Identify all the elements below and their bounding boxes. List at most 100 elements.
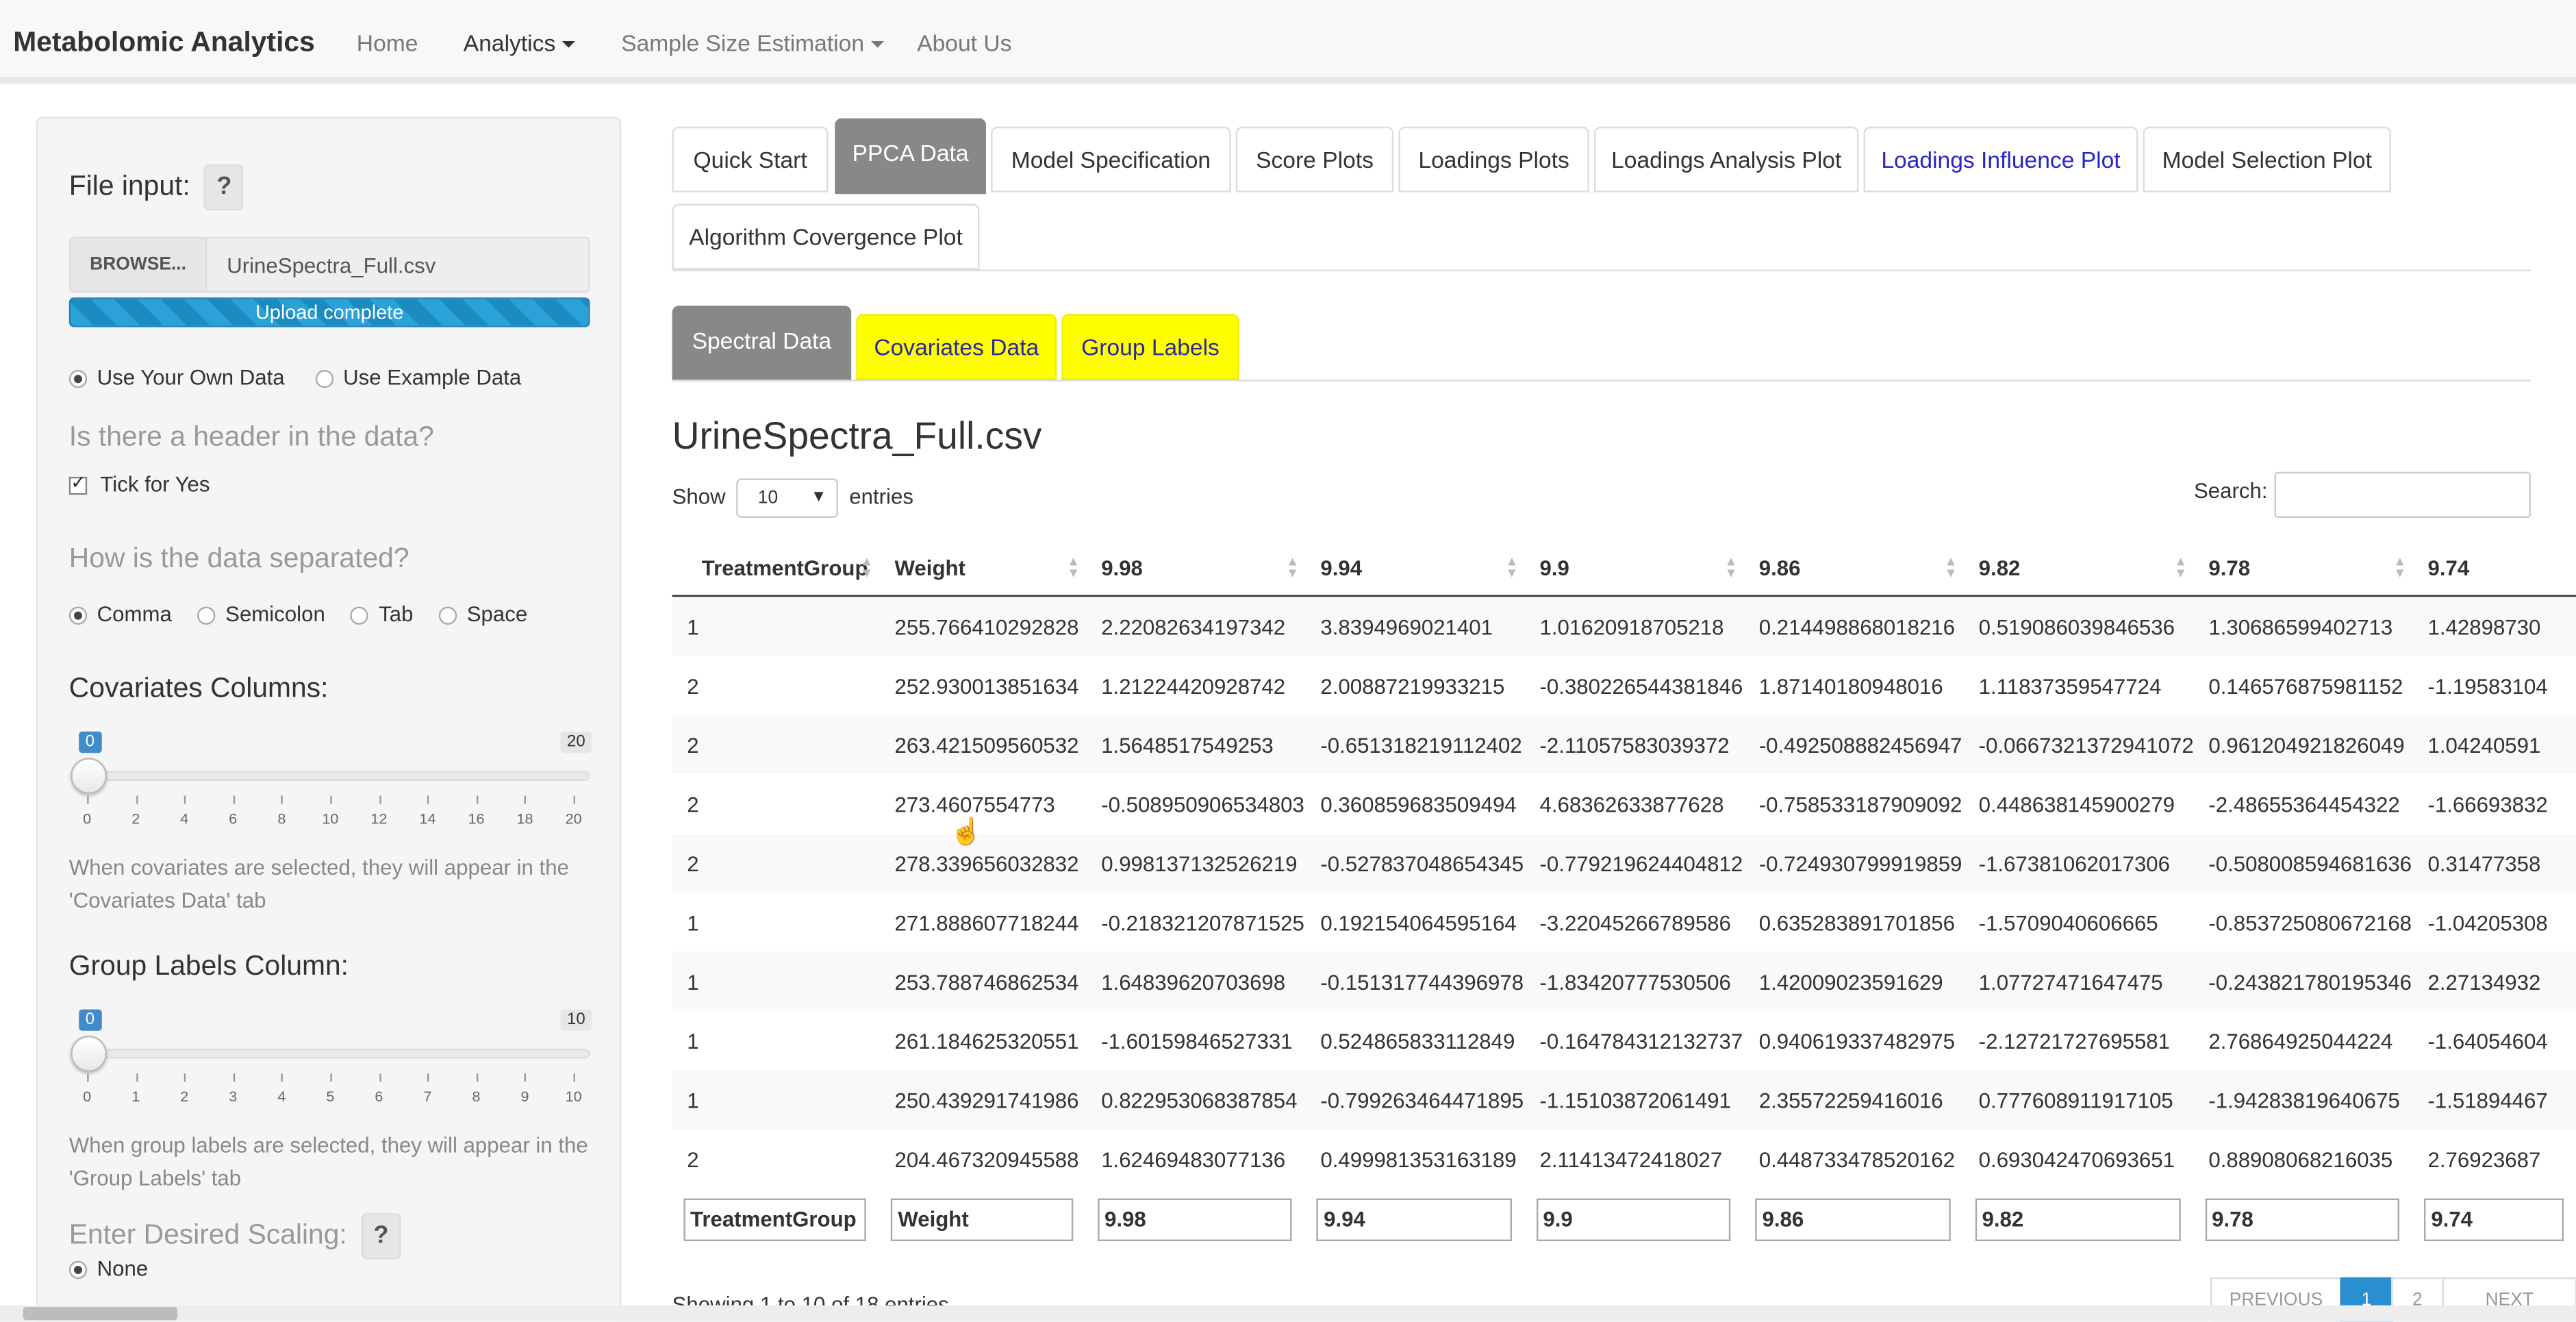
tab-quick-start[interactable]: Quick Start bbox=[672, 126, 829, 192]
slider-tick-label: 14 bbox=[419, 810, 436, 827]
help-button[interactable]: ? bbox=[204, 164, 244, 211]
tab-model-selection-plot[interactable]: Model Selection Plot bbox=[2143, 126, 2392, 192]
file-input[interactable]: BROWSE... UrineSpectra_Full.csv bbox=[68, 236, 590, 293]
radio-example-data-circle[interactable] bbox=[315, 370, 333, 388]
slider-tick-label: 20 bbox=[565, 810, 582, 827]
radio-scaling-none[interactable]: None bbox=[68, 1256, 148, 1281]
sort-icon: ▲ ▼ bbox=[1066, 553, 1080, 581]
subtab-covariates-data[interactable]: Covariates Data bbox=[856, 314, 1057, 380]
table-row[interactable]: 1 271.888607718244 -0.218321207871525 0.192… bbox=[672, 893, 2576, 951]
column-header[interactable]: Weight ▲ ▼ bbox=[879, 540, 1087, 597]
subtab-group-labels[interactable]: Group Labels bbox=[1061, 314, 1239, 380]
nav-about[interactable]: About Us bbox=[917, 29, 1011, 55]
column-filter-input[interactable]: 9.82 bbox=[1975, 1198, 2181, 1242]
nav-home[interactable]: Home bbox=[357, 29, 418, 55]
table-cell: -1.5709040606665 bbox=[1978, 910, 2158, 935]
nav-analytics-label: Analytics bbox=[463, 29, 556, 56]
column-header[interactable]: 9.82 ▲ ▼ bbox=[1964, 540, 2194, 597]
covariates-help-text: When covariates are selected, they will … bbox=[68, 855, 569, 912]
tab-score-plots[interactable]: Score Plots bbox=[1235, 126, 1394, 192]
browse-button[interactable]: BROWSE... bbox=[71, 238, 207, 291]
header-checkbox-row[interactable]: Tick for Yes bbox=[68, 472, 210, 497]
column-filter-input[interactable]: 9.74 bbox=[2424, 1198, 2564, 1242]
table-cell: 1.11837359547724 bbox=[1978, 673, 2162, 698]
radio-comma[interactable]: Comma bbox=[68, 601, 172, 626]
radio-semicolon[interactable]: Semicolon bbox=[197, 601, 325, 626]
table-row[interactable]: 2 204.467320945588 1.62469483077136 0.49998… bbox=[672, 1130, 2576, 1188]
table-row[interactable]: 1 261.184625320551 -1.60159846527331 0.5248… bbox=[672, 1011, 2576, 1070]
column-filter-input[interactable]: 9.94 bbox=[1317, 1198, 1512, 1242]
horizontal-scrollbar[interactable] bbox=[0, 1305, 2576, 1322]
column-filter-input[interactable]: Weight bbox=[891, 1198, 1074, 1242]
radio-semicolon-circle[interactable] bbox=[197, 606, 216, 625]
column-header[interactable]: TreatmentGroup ▲ ▼ bbox=[672, 540, 880, 597]
radio-scaling-none-circle[interactable] bbox=[68, 1260, 88, 1280]
entries-select[interactable]: 10 ▼ bbox=[736, 478, 839, 518]
column-filter-input[interactable]: TreatmentGroup bbox=[683, 1198, 867, 1242]
column-header[interactable]: 9.74 bbox=[2412, 540, 2576, 597]
group-slider-track[interactable] bbox=[72, 1049, 590, 1059]
chevron-down-icon bbox=[561, 41, 576, 49]
tab-model-specification[interactable]: Model Specification bbox=[991, 126, 1231, 192]
column-filter-input[interactable]: 9.86 bbox=[1755, 1198, 1951, 1242]
slider-tick-label: 2 bbox=[131, 810, 140, 827]
column-header[interactable]: 9.9 ▲ ▼ bbox=[1524, 540, 1745, 597]
column-filter-input[interactable]: 9.78 bbox=[2205, 1198, 2400, 1242]
column-header[interactable]: 9.78 ▲ ▼ bbox=[2193, 540, 2413, 597]
tab-loadings-analysis-plot[interactable]: Loadings Analysis Plot bbox=[1594, 126, 1859, 192]
table-row[interactable]: 2 263.421509560532 1.5648517549253 -0.65131… bbox=[672, 715, 2576, 775]
table-cell: 0.777608911917105 bbox=[1964, 1070, 2194, 1130]
group-slider-handle[interactable] bbox=[71, 1036, 107, 1072]
table-row[interactable]: 1 255.766410292828 2.22082634197342 3.83949… bbox=[672, 596, 2576, 656]
search-input[interactable] bbox=[2274, 471, 2531, 518]
radio-space-circle[interactable] bbox=[438, 606, 457, 625]
brand-title[interactable]: Metabolomic Analytics bbox=[13, 26, 315, 59]
table-cell: 2 bbox=[687, 791, 699, 816]
table-cell: 0.998137132526219 bbox=[1086, 833, 1306, 893]
radio-example-data[interactable]: Use Example Data bbox=[315, 365, 521, 390]
table-row[interactable]: 1 250.439291741986 0.822953068387854 -0.799… bbox=[672, 1070, 2576, 1130]
radio-tab[interactable]: Tab bbox=[351, 601, 413, 626]
table-cell: -2.11057583039372 bbox=[1524, 715, 1745, 775]
radio-own-data[interactable]: Use Your Own Data bbox=[68, 365, 285, 390]
covariates-slider-track[interactable] bbox=[72, 771, 590, 781]
nav-sample-size[interactable]: Sample Size Estimation bbox=[621, 29, 884, 56]
header-checkbox[interactable] bbox=[68, 472, 88, 495]
column-header[interactable]: 9.94 ▲ ▼ bbox=[1305, 540, 1525, 597]
table-cell: -0.724930799919859 bbox=[1744, 833, 1965, 893]
table-cell: 1.42898730 bbox=[2412, 596, 2576, 656]
covariates-slider-handle[interactable] bbox=[71, 758, 107, 795]
tab-loadings-influence-plot[interactable]: Loadings Influence Plot bbox=[1863, 126, 2138, 192]
radio-tab-label: Tab bbox=[379, 601, 414, 627]
radio-space[interactable]: Space bbox=[438, 601, 528, 627]
scrollbar-thumb[interactable] bbox=[23, 1307, 178, 1321]
radio-space-label: Space bbox=[466, 601, 528, 627]
column-header[interactable]: 9.86 ▲ ▼ bbox=[1744, 540, 1965, 597]
column-filter-input[interactable]: 9.98 bbox=[1098, 1198, 1293, 1242]
table-header-row: TreatmentGroup ▲ ▼ Weight ▲ ▼ 9.98 ▲ ▼ 9.94 ▲ ▼ … bbox=[672, 540, 2576, 597]
table-cell: -0.218321207871525 bbox=[1101, 910, 1304, 935]
slider-tick bbox=[330, 1073, 332, 1082]
radio-own-data-circle[interactable] bbox=[68, 370, 88, 388]
nav-analytics[interactable]: Analytics bbox=[463, 29, 576, 56]
slider-tick bbox=[427, 1073, 429, 1082]
slider-tick bbox=[476, 1073, 478, 1082]
table-row[interactable]: 2 252.930013851634 1.21224420928742 2.00887… bbox=[672, 656, 2576, 715]
table-row[interactable]: 1 253.788746862534 1.64839620703698 -0.1513… bbox=[672, 951, 2576, 1011]
help-button[interactable]: ? bbox=[361, 1213, 401, 1260]
table-cell: -0.0667321372941072 bbox=[1964, 715, 2194, 775]
column-filter-input[interactable]: 9.9 bbox=[1536, 1198, 1731, 1242]
slider-tick bbox=[379, 795, 381, 804]
table-cell: 2.35572259416016 bbox=[1744, 1070, 1965, 1130]
slider-tick bbox=[281, 1073, 283, 1082]
tab-ppca-data[interactable]: PPCA Data bbox=[835, 118, 986, 195]
table-cell: 0.146576875981152 bbox=[2208, 673, 2403, 698]
radio-tab-circle[interactable] bbox=[351, 606, 369, 625]
tab-loadings-plots[interactable]: Loadings Plots bbox=[1398, 126, 1589, 192]
table-cell: 2 bbox=[672, 715, 880, 775]
column-header[interactable]: 9.98 ▲ ▼ bbox=[1086, 540, 1306, 597]
radio-comma-circle[interactable] bbox=[68, 606, 88, 625]
table-cell: 0.524865833112849 bbox=[1320, 1028, 1515, 1053]
tab-algorithm-convergence-plot[interactable]: Algorithm Covergence Plot bbox=[672, 203, 980, 270]
subtab-spectral-data[interactable]: Spectral Data bbox=[672, 305, 852, 382]
